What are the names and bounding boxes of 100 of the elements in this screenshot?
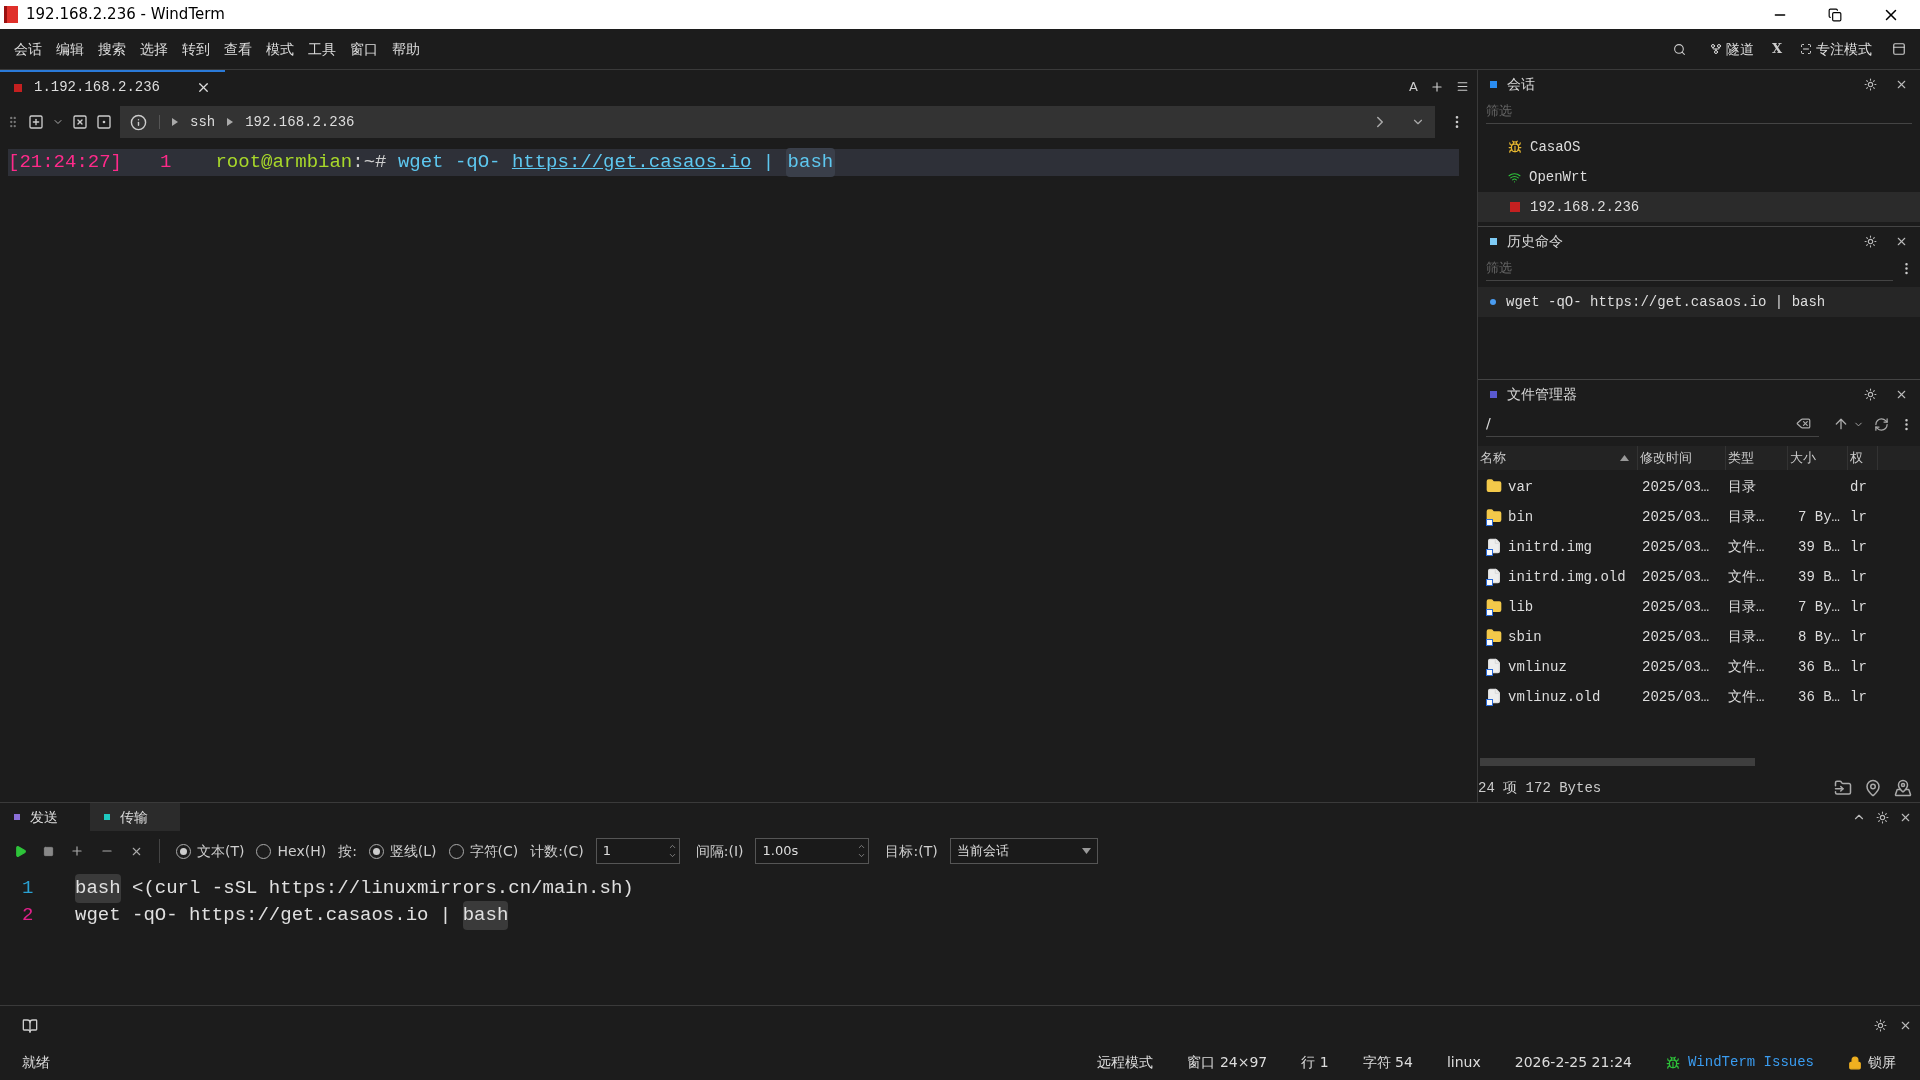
- settings-icon[interactable]: [1874, 1019, 1887, 1032]
- duplicate-session-icon[interactable]: [96, 114, 112, 130]
- radio-option[interactable]: Hex(H): [256, 840, 327, 862]
- pin-icon[interactable]: [1864, 779, 1882, 797]
- file-shortcut-icon: [1486, 688, 1502, 706]
- option-label: 目标:(T): [885, 841, 938, 861]
- session-item[interactable]: 192.168.2.236: [1478, 192, 1920, 222]
- increment-icon[interactable]: [857, 842, 867, 851]
- window-title: 192.168.2.236 - WindTerm: [26, 4, 225, 26]
- menu-item[interactable]: 转到: [182, 38, 210, 60]
- column-header[interactable]: 名称: [1478, 446, 1638, 470]
- option-label: 按:: [338, 841, 357, 861]
- focus-mode-button[interactable]: 专注模式: [1800, 38, 1872, 60]
- layout-icon[interactable]: [1892, 42, 1906, 56]
- branch-icon: [1709, 43, 1722, 55]
- menu-item[interactable]: 编辑: [56, 38, 84, 60]
- scrollbar[interactable]: [1480, 758, 1755, 766]
- wifi-icon: [1508, 170, 1521, 184]
- stop-icon[interactable]: [43, 845, 54, 857]
- refresh-icon[interactable]: [1874, 416, 1889, 432]
- toolbar-button[interactable]: X: [1771, 39, 1782, 59]
- radio-option[interactable]: 竖线(L): [368, 840, 437, 862]
- menu-item[interactable]: 帮助: [392, 38, 420, 60]
- caret-icon: [227, 118, 234, 126]
- count-field[interactable]: 1: [595, 838, 680, 864]
- column-header[interactable]: 类型: [1726, 446, 1788, 470]
- settings-icon[interactable]: [1864, 387, 1877, 401]
- radio-option[interactable]: 文本(T): [176, 840, 245, 862]
- add-icon[interactable]: [1430, 79, 1444, 94]
- lock-icon: [1848, 1055, 1862, 1070]
- file-row[interactable]: vmlinuz 2025/03… 文件… 36 B… lr: [1478, 652, 1920, 682]
- clear-icon[interactable]: [1796, 416, 1811, 431]
- panel-marker-icon: [1490, 80, 1497, 88]
- sort-ascending-icon: [1620, 455, 1629, 461]
- status-item: 字符 54: [1362, 1053, 1413, 1072]
- font-button[interactable]: A: [1409, 76, 1418, 97]
- folder-icon[interactable]: [1834, 779, 1852, 797]
- tunnel-button[interactable]: 隧道: [1709, 38, 1754, 60]
- file-row[interactable]: initrd.img 2025/03… 文件… 39 B… lr: [1478, 532, 1920, 562]
- file-row[interactable]: sbin 2025/03… 目录… 8 By… lr: [1478, 622, 1920, 652]
- session-marker-icon: [14, 83, 22, 92]
- session-item[interactable]: OpenWrt: [1478, 162, 1920, 192]
- add-icon[interactable]: [70, 844, 84, 858]
- history-item[interactable]: wget -qO- https://get.casaos.io | bash: [1478, 287, 1920, 317]
- menu-item[interactable]: 工具: [308, 38, 336, 60]
- decrement-icon[interactable]: [857, 851, 867, 860]
- app-logo-icon: [4, 6, 18, 23]
- panel-title: 会话: [1507, 74, 1535, 94]
- up-icon[interactable]: [1833, 416, 1849, 432]
- terminal-icon: [1510, 202, 1520, 212]
- folder-shortcut-icon: [1486, 508, 1502, 526]
- status-text: 就绪: [22, 1053, 50, 1072]
- info-icon[interactable]: [130, 113, 147, 131]
- menu-item[interactable]: 查看: [224, 38, 252, 60]
- file-row[interactable]: bin 2025/03… 目录… 7 By… lr: [1478, 502, 1920, 532]
- option-label: 计数:(C): [530, 841, 584, 861]
- path-field[interactable]: /: [1486, 411, 1819, 437]
- map-pin-icon[interactable]: [1894, 779, 1912, 797]
- search-icon[interactable]: [1672, 42, 1686, 56]
- new-session-icon[interactable]: [28, 114, 44, 130]
- settings-icon[interactable]: [1864, 77, 1877, 91]
- close-session-icon[interactable]: [72, 114, 88, 130]
- panel-tab[interactable]: 传输: [90, 803, 180, 831]
- menu-item[interactable]: 会话: [14, 38, 42, 60]
- file-row[interactable]: initrd.img.old 2025/03… 文件… 39 B… lr: [1478, 562, 1920, 592]
- caret-icon: [172, 118, 178, 126]
- panel-marker-icon: [1490, 237, 1497, 245]
- file-row[interactable]: vmlinuz.old 2025/03… 文件… 36 B… lr: [1478, 682, 1920, 712]
- menu-item[interactable]: 搜索: [98, 38, 126, 60]
- menu-item[interactable]: 窗口: [350, 38, 378, 60]
- file-row[interactable]: var 2025/03… 目录 dr: [1478, 472, 1920, 502]
- panel-tab[interactable]: 发送: [0, 803, 90, 831]
- target-dropdown[interactable]: 当前会话: [949, 838, 1098, 864]
- command-line: 2 wget -qO- https://get.casaos.io | bash: [0, 902, 1920, 929]
- session-item[interactable]: CasaOS: [1478, 132, 1920, 162]
- lock-button[interactable]: 锁屏: [1848, 1052, 1896, 1073]
- menu-item[interactable]: 模式: [266, 38, 294, 60]
- status-item: linux: [1446, 1053, 1481, 1072]
- close-icon[interactable]: [196, 80, 211, 95]
- interval-field[interactable]: 1.00s: [755, 838, 870, 864]
- menu-icon[interactable]: [1456, 80, 1469, 93]
- play-icon[interactable]: [14, 844, 27, 858]
- settings-icon[interactable]: [1864, 234, 1877, 248]
- column-header[interactable]: 修改时间: [1638, 446, 1726, 470]
- file-shortcut-icon: [1486, 658, 1502, 676]
- address-bar[interactable]: ssh 192.168.2.236: [120, 106, 1435, 138]
- column-header[interactable]: 大小: [1788, 446, 1848, 470]
- status-item: 窗口 24×97: [1187, 1053, 1268, 1072]
- book-icon[interactable]: [22, 1017, 38, 1034]
- menu-item[interactable]: 选择: [140, 38, 168, 60]
- panel-title: 历史命令: [1507, 231, 1563, 251]
- radio-option[interactable]: 字符(C): [448, 840, 519, 862]
- column-header[interactable]: 权: [1848, 446, 1878, 470]
- issues-link[interactable]: WindTerm Issues: [1665, 1052, 1814, 1073]
- close-icon[interactable]: [1899, 1019, 1912, 1032]
- restore-icon[interactable]: [1828, 7, 1842, 22]
- file-row[interactable]: lib 2025/03… 目录… 7 By… lr: [1478, 592, 1920, 622]
- settings-icon[interactable]: [1876, 810, 1889, 824]
- decrement-icon[interactable]: [667, 851, 677, 860]
- increment-icon[interactable]: [667, 842, 677, 851]
